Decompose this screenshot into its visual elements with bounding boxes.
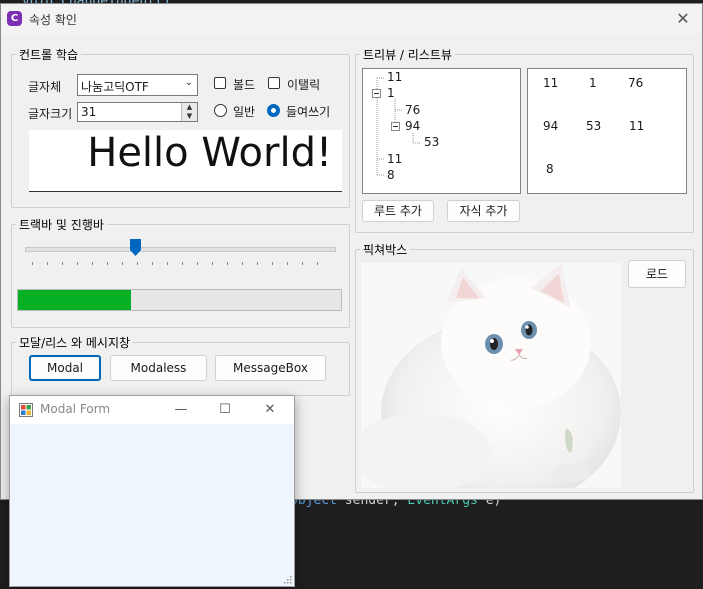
bold-checkbox[interactable] (214, 77, 226, 89)
tree-view[interactable]: 11 1 76 94 53 11 8 (362, 68, 521, 194)
font-combobox-value: 나눔고딕OTF (81, 80, 149, 94)
bold-label: 볼드 (233, 78, 256, 92)
load-button[interactable]: 로드 (628, 260, 686, 288)
normal-radio-label: 일반 (233, 105, 256, 119)
modaless-button[interactable]: Modaless (110, 355, 207, 381)
font-size-stepper[interactable]: 31 ▲ ▼ (77, 102, 198, 122)
stepper-buttons[interactable]: ▲ ▼ (181, 103, 197, 121)
trackbar-thumb[interactable] (130, 239, 141, 256)
maximize-icon[interactable]: ☐ (213, 400, 237, 420)
title-bar[interactable]: C 속성 확인 ✕ (1, 4, 702, 34)
indent-radio[interactable] (267, 104, 280, 117)
tree-group-legend: 트리뷰 / 리스트뷰 (363, 48, 452, 62)
close-icon[interactable]: ✕ (672, 8, 694, 30)
font-group-legend: 컨트롤 학습 (19, 48, 79, 62)
list-item[interactable]: 94 (543, 119, 558, 133)
size-label: 글자크기 (28, 107, 73, 121)
resize-grip-icon[interactable] (284, 576, 292, 584)
tree-node[interactable]: 11 (387, 152, 402, 166)
app-icon: C (7, 11, 22, 26)
picture-group-legend: 픽쳐박스 (363, 243, 408, 257)
kitten-image (361, 263, 621, 488)
messagebox-button[interactable]: MessageBox (215, 355, 326, 381)
indent-radio-label: 들여쓰기 (286, 105, 331, 119)
list-view[interactable]: 11 1 76 94 53 11 8 (527, 68, 687, 194)
preview-textbox[interactable]: Hello World! (29, 130, 342, 192)
font-combobox[interactable]: 나눔고딕OTF ⌄ (77, 74, 198, 96)
picture-box (361, 263, 621, 488)
list-item[interactable]: 11 (629, 119, 644, 133)
track-groupbox: 트랙바 및 진행바 (11, 216, 350, 328)
tree-node[interactable]: 94 (405, 119, 420, 133)
progress-fill (18, 290, 132, 310)
trackbar-ticks (32, 262, 318, 265)
list-item[interactable]: 11 (543, 76, 558, 90)
list-item[interactable]: 53 (586, 119, 601, 133)
form-icon (19, 403, 33, 417)
child-add-button[interactable]: 자식 추가 (447, 200, 520, 222)
tree-node[interactable]: 1 (387, 86, 395, 100)
trackbar-track[interactable] (25, 247, 336, 252)
chevron-down-icon: ⌄ (184, 77, 193, 88)
root-add-button[interactable]: 루트 추가 (362, 200, 434, 222)
tree-node[interactable]: 53 (424, 135, 439, 149)
italic-label: 이탤릭 (287, 78, 321, 92)
modal-title-bar[interactable]: Modal Form — ☐ ✕ (10, 396, 294, 424)
close-icon[interactable]: ✕ (258, 400, 282, 420)
minimize-icon[interactable]: — (169, 400, 193, 420)
italic-checkbox[interactable] (268, 77, 280, 89)
modal-form-window: Modal Form — ☐ ✕ (9, 395, 295, 587)
normal-radio[interactable] (214, 104, 227, 117)
modal-group-legend: 모달/리스 와 메시지창 (19, 336, 131, 350)
preview-text: Hello World! (87, 130, 332, 176)
font-size-value: 31 (81, 105, 97, 119)
tree-node[interactable]: 11 (387, 70, 402, 84)
list-item[interactable]: 76 (628, 76, 643, 90)
track-group-legend: 트랙바 및 진행바 (19, 218, 104, 232)
list-item[interactable]: 1 (589, 76, 597, 90)
up-arrow-icon[interactable]: ▲ (182, 103, 197, 112)
modal-form-title: Modal Form (40, 402, 111, 416)
window-title: 속성 확인 (29, 13, 77, 27)
tree-node[interactable]: 8 (387, 168, 395, 182)
modal-button[interactable]: Modal (29, 355, 101, 381)
tree-node[interactable]: 76 (405, 103, 420, 117)
font-label: 글자체 (28, 80, 62, 94)
down-arrow-icon[interactable]: ▼ (182, 112, 197, 121)
progress-bar (17, 289, 342, 311)
list-item[interactable]: 8 (546, 162, 554, 176)
